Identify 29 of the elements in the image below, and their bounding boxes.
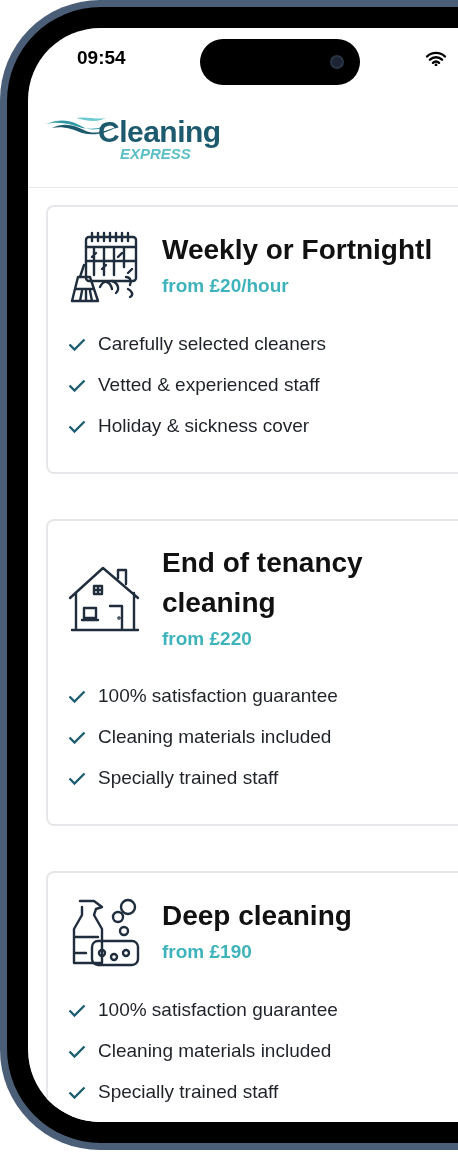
service-price: from £220 (162, 627, 253, 651)
service-title: End of tenancy cleaning (162, 546, 364, 620)
wifi-icon (426, 50, 446, 66)
feature-text: Specially trained staff (98, 766, 279, 791)
feature-text: 100% satisfaction guarantee (98, 684, 338, 709)
check-icon (68, 1045, 86, 1058)
logo-tagline: EXPRESS (120, 145, 191, 162)
feature-text: Specially trained staff (98, 1080, 279, 1105)
check-icon (68, 420, 86, 433)
service-title: Deep cleaning (162, 899, 353, 933)
check-icon (68, 690, 86, 703)
logo-wordmark: Cleaning (98, 115, 221, 148)
feature-text: Cleaning materials included (98, 1039, 332, 1064)
feature-text: Carefully selected cleaners (98, 332, 327, 357)
service-price: from £20/hour (162, 274, 290, 298)
feature-text: Vetted & experienced staff (98, 373, 320, 398)
check-icon (68, 1086, 86, 1099)
feature-text: Holiday & sickness cover (98, 414, 310, 439)
check-icon (68, 772, 86, 785)
check-icon (68, 379, 86, 392)
service-price: from £190 (162, 940, 253, 964)
check-icon (68, 731, 86, 744)
feature-text: 100% satisfaction guarantee (98, 998, 338, 1023)
status-time: 09:54 (77, 45, 126, 70)
feature-text: Cleaning materials included (98, 725, 332, 750)
service-title: Weekly or Fortnightl (162, 233, 434, 267)
check-icon (68, 338, 86, 351)
camera-icon (330, 55, 344, 69)
check-icon (68, 1004, 86, 1017)
